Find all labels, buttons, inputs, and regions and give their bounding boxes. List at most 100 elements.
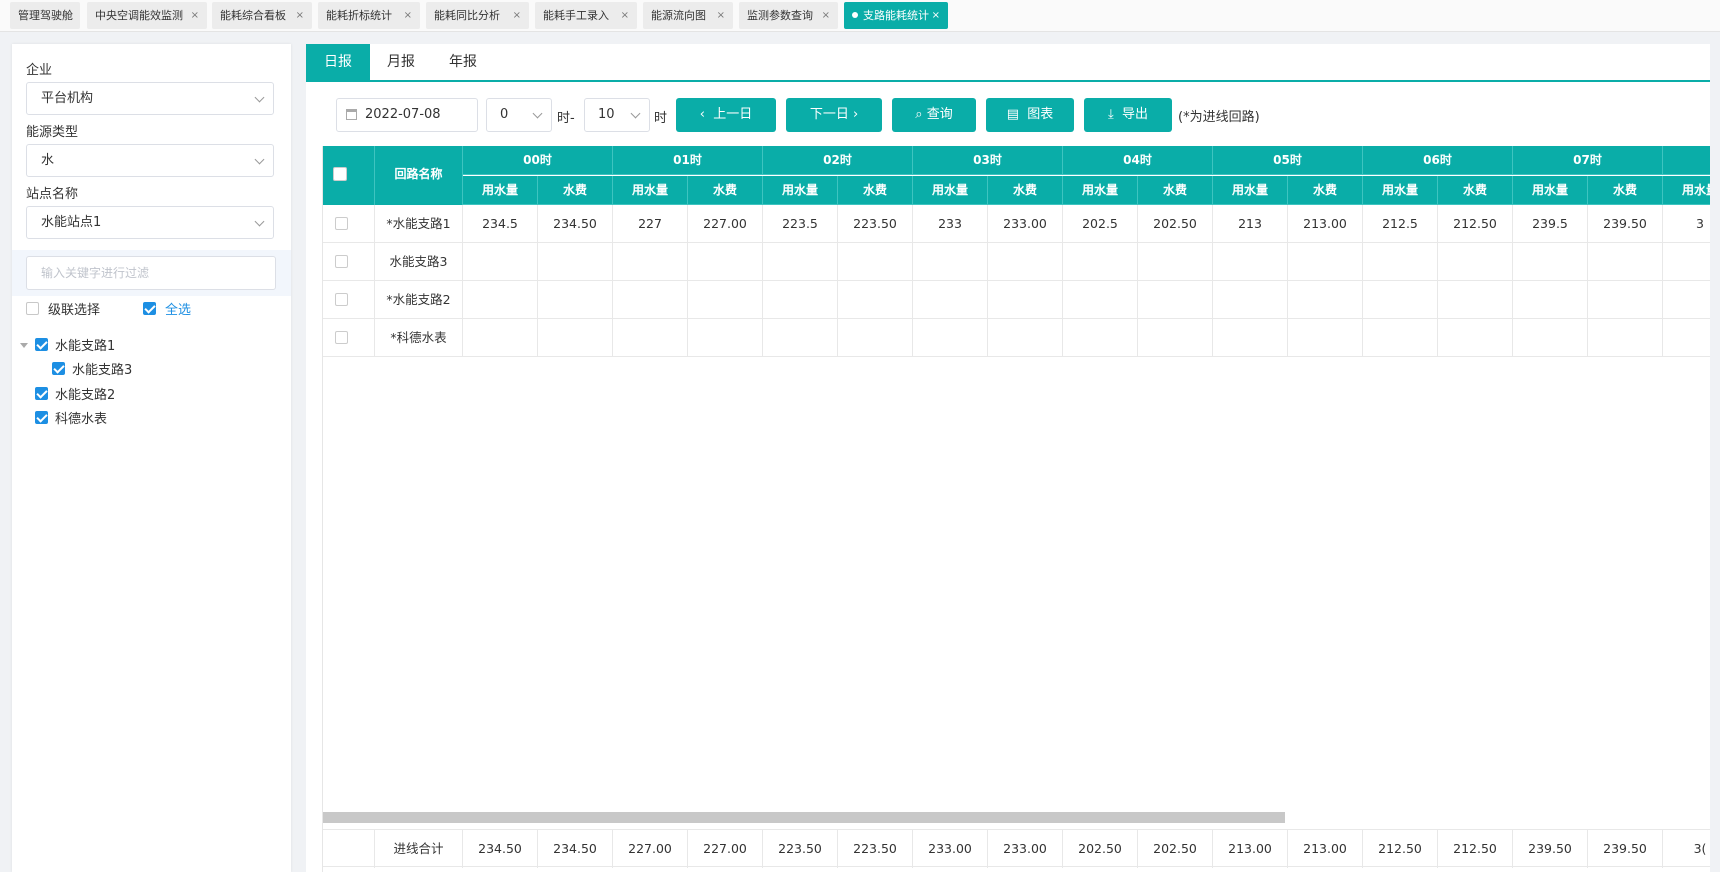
row-checkbox[interactable] bbox=[335, 217, 348, 230]
next-day-button[interactable]: 下一日 › bbox=[786, 98, 882, 132]
tab-yearly[interactable]: 年报 bbox=[432, 44, 494, 80]
close-icon[interactable]: × bbox=[404, 2, 412, 29]
end-hour-select[interactable]: 10 bbox=[584, 98, 650, 132]
energy-type-select[interactable]: 水 bbox=[26, 144, 274, 177]
export-button[interactable]: ⤓ 导出 bbox=[1084, 98, 1172, 132]
top-tab[interactable]: 支路能耗统计 × bbox=[844, 2, 948, 29]
close-icon[interactable]: × bbox=[513, 2, 521, 29]
top-tab[interactable]: 能耗折标统计 × bbox=[318, 2, 420, 29]
sub-column-header: 用水量 bbox=[1363, 176, 1438, 205]
table-cell bbox=[838, 243, 913, 281]
close-icon[interactable]: × bbox=[191, 2, 199, 29]
row-checkbox[interactable] bbox=[335, 331, 348, 344]
hour-suffix: 时 bbox=[654, 111, 668, 126]
energy-type-label: 能源类型 bbox=[26, 125, 79, 140]
table-cell: 202.50 bbox=[1138, 205, 1213, 243]
chart-button[interactable]: ▤ 图表 bbox=[986, 98, 1074, 132]
top-tab[interactable]: 能耗综合看板 × bbox=[212, 2, 312, 29]
name-column-header: 回路名称 bbox=[375, 146, 463, 205]
select-all-checkbox[interactable] bbox=[143, 302, 156, 315]
expand-caret-icon[interactable] bbox=[20, 343, 28, 348]
cascade-checkbox[interactable] bbox=[26, 302, 39, 315]
tree-node-label[interactable]: 科德水表 bbox=[55, 408, 107, 427]
chevron-down-icon bbox=[254, 154, 265, 165]
date-picker[interactable]: 2022-07-08 bbox=[336, 98, 478, 132]
table-cell bbox=[1288, 319, 1363, 357]
table-cell bbox=[1363, 319, 1438, 357]
start-hour-value: 0 bbox=[500, 107, 509, 122]
footer-label-cell: 进线合计 bbox=[375, 830, 463, 868]
close-icon[interactable]: × bbox=[296, 2, 304, 29]
table-cell bbox=[763, 319, 838, 357]
end-hour-value: 10 bbox=[598, 107, 615, 122]
sub-column-header: 水费 bbox=[838, 176, 913, 205]
select-all-rows-checkbox[interactable] bbox=[333, 167, 347, 181]
table-footer: 进线合计 234.50 234.50 227.00 227.00 223.50 223.50… bbox=[323, 829, 1710, 868]
close-icon[interactable]: × bbox=[717, 2, 725, 29]
table-cell bbox=[1363, 243, 1438, 281]
table-cell bbox=[988, 319, 1063, 357]
sub-column-header: 水费 bbox=[1588, 176, 1663, 205]
sub-column-header: 水费 bbox=[988, 176, 1063, 205]
table-cell: 223.5 bbox=[763, 205, 838, 243]
footer-total-cell: 239.50 bbox=[1513, 830, 1588, 868]
chevron-down-icon bbox=[254, 92, 265, 103]
tree-node-label[interactable]: 水能支路3 bbox=[72, 359, 132, 378]
table-cell bbox=[763, 281, 838, 319]
top-tab[interactable]: 管理驾驶舱 bbox=[10, 2, 80, 29]
table-cell bbox=[1213, 243, 1288, 281]
top-tab[interactable]: 监测参数查询 × bbox=[739, 2, 838, 29]
prev-day-button[interactable]: ‹ 上一日 bbox=[676, 98, 776, 132]
footer-total-cell: 223.50 bbox=[763, 830, 838, 868]
tree-node-checkbox[interactable] bbox=[35, 411, 48, 424]
tree-node-checkbox[interactable] bbox=[52, 362, 65, 375]
tree-node-label[interactable]: 水能支路1 bbox=[55, 335, 115, 354]
top-tab-label: 能耗综合看板 bbox=[220, 9, 286, 22]
close-icon[interactable]: × bbox=[621, 2, 629, 29]
table-cell: 213.00 bbox=[1288, 205, 1363, 243]
row-name-cell: *水能支路1 bbox=[375, 205, 463, 243]
table-cell: 3 bbox=[1663, 205, 1710, 243]
row-checkbox[interactable] bbox=[335, 255, 348, 268]
enterprise-label: 企业 bbox=[26, 63, 53, 78]
footer-total-cell: 223.50 bbox=[838, 830, 913, 868]
table-cell bbox=[463, 281, 538, 319]
table-cell bbox=[1138, 243, 1213, 281]
tab-daily[interactable]: 日报 bbox=[306, 44, 370, 80]
next-day-label: 下一日 bbox=[809, 107, 849, 122]
row-checkbox[interactable] bbox=[335, 293, 348, 306]
table-cell bbox=[913, 319, 988, 357]
footer-total-cell: 227.00 bbox=[613, 830, 688, 868]
tree-node-checkbox[interactable] bbox=[35, 387, 48, 400]
table-cell bbox=[913, 243, 988, 281]
table-cell bbox=[1438, 281, 1513, 319]
row-name-cell: *水能支路2 bbox=[375, 281, 463, 319]
top-tab[interactable]: 能源流向图 × bbox=[643, 2, 733, 29]
horizontal-scrollbar[interactable] bbox=[323, 812, 1285, 823]
station-select[interactable]: 水能站点1 bbox=[26, 206, 274, 239]
hour-column-header: 06时 bbox=[1363, 146, 1513, 175]
keyword-filter-input[interactable] bbox=[27, 257, 275, 289]
close-icon[interactable]: × bbox=[822, 2, 830, 29]
start-hour-select[interactable]: 0 bbox=[486, 98, 552, 132]
table-cell: 213 bbox=[1213, 205, 1288, 243]
hour-column-header: 07时 bbox=[1513, 146, 1663, 175]
enterprise-select[interactable]: 平台机构 bbox=[26, 82, 274, 115]
tree-node-label[interactable]: 水能支路2 bbox=[55, 384, 115, 403]
sub-column-header: 用水量 bbox=[1063, 176, 1138, 205]
footer-total-cell: 213.00 bbox=[1213, 830, 1288, 868]
tree-node-checkbox[interactable] bbox=[35, 338, 48, 351]
sub-column-header: 水费 bbox=[688, 176, 763, 205]
footer-total-cell: 227.00 bbox=[688, 830, 763, 868]
tab-monthly[interactable]: 月报 bbox=[370, 44, 432, 80]
header-select-cell bbox=[323, 146, 375, 205]
top-tab[interactable]: 能耗手工录入 × bbox=[535, 2, 637, 29]
table-cell bbox=[538, 243, 613, 281]
footer-total-cell: 239.50 bbox=[1588, 830, 1663, 868]
top-tab[interactable]: 中央空调能效监测 × bbox=[87, 2, 207, 29]
query-label: 查询 bbox=[926, 107, 953, 122]
query-button[interactable]: ⌕ 查询 bbox=[892, 98, 976, 132]
close-icon[interactable]: × bbox=[932, 2, 940, 29]
top-tab[interactable]: 能耗同比分析 × bbox=[426, 2, 529, 29]
table-cell bbox=[1588, 243, 1663, 281]
